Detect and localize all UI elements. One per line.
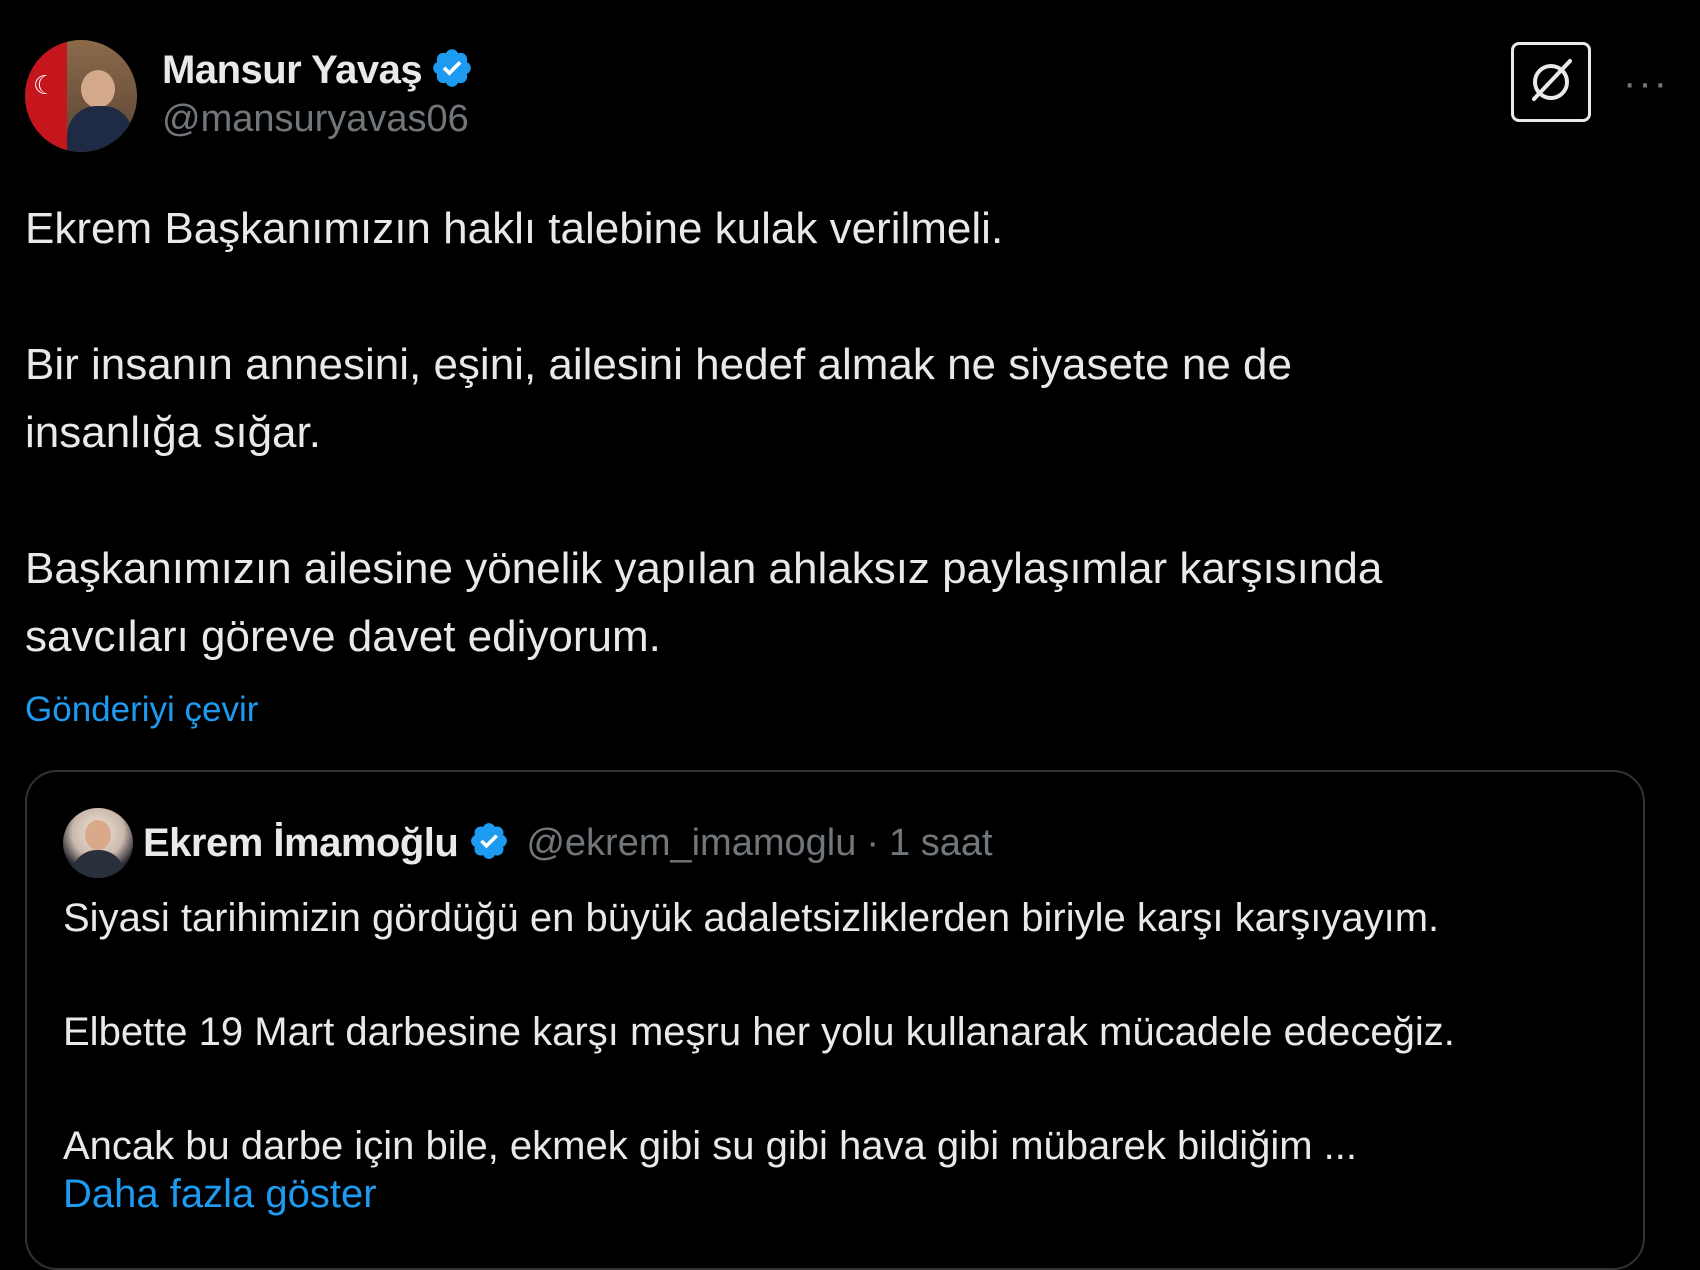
more-options-icon: ··· — [1623, 60, 1669, 105]
verified-badge-icon[interactable] — [430, 46, 474, 95]
tweet-text-line: Ekrem Başkanımızın haklı talebine kulak … — [25, 204, 1004, 253]
quoted-tweet[interactable]: Ekrem İmamoğlu @ekrem_imamoglu · 1 saat … — [25, 770, 1645, 1270]
author-name-row: Mansur Yavaş — [162, 40, 474, 100]
flag-decoration — [25, 40, 67, 152]
show-more-link[interactable]: Daha fazla göster — [63, 1172, 377, 1217]
quoted-text-line: Siyasi tarihimizin gördüğü en büyük adal… — [63, 896, 1440, 940]
tweet-text-line: insanlığa sığar. — [25, 408, 321, 457]
tweet-text: Ekrem Başkanımızın haklı talebine kulak … — [25, 195, 1625, 671]
author-name[interactable]: Mansur Yavaş — [162, 48, 423, 93]
tweet-text-line: Bir insanın annesini, eşini, ailesini he… — [25, 340, 1292, 389]
quoted-text-line: Ancak bu darbe için bile, ekmek gibi su … — [63, 1124, 1358, 1168]
author-handle[interactable]: @mansuryavas06 — [162, 98, 469, 141]
grok-icon — [1524, 53, 1578, 112]
verified-badge-icon[interactable] — [468, 820, 510, 867]
quoted-author-name[interactable]: Ekrem İmamoğlu — [143, 821, 459, 866]
quoted-timestamp[interactable]: 1 saat — [889, 822, 993, 865]
tweet-text-line: Başkanımızın ailesine yönelik yapılan ah… — [25, 544, 1383, 593]
tweet-text-line: savcıları göreve davet ediyorum. — [25, 612, 661, 661]
separator-dot: · — [866, 821, 879, 864]
quoted-author-avatar[interactable] — [63, 808, 133, 878]
quoted-tweet-text: Siyasi tarihimizin gördüğü en büyük adal… — [63, 890, 1623, 1174]
tweet: Mansur Yavaş @mansuryavas06 ··· Ekrem Ba… — [0, 0, 1700, 1270]
author-avatar[interactable] — [25, 40, 137, 152]
quoted-tweet-header: Ekrem İmamoğlu @ekrem_imamoglu · 1 saat — [63, 808, 993, 878]
quoted-author-handle[interactable]: @ekrem_imamoglu — [526, 822, 856, 865]
tweet-header: Mansur Yavaş @mansuryavas06 ··· — [25, 40, 1675, 160]
grok-button[interactable] — [1511, 42, 1591, 122]
translate-post-link[interactable]: Gönderiyi çevir — [25, 690, 258, 730]
quoted-text-line: Elbette 19 Mart darbesine karşı meşru he… — [63, 1010, 1455, 1054]
more-options-button[interactable]: ··· — [1621, 58, 1671, 108]
